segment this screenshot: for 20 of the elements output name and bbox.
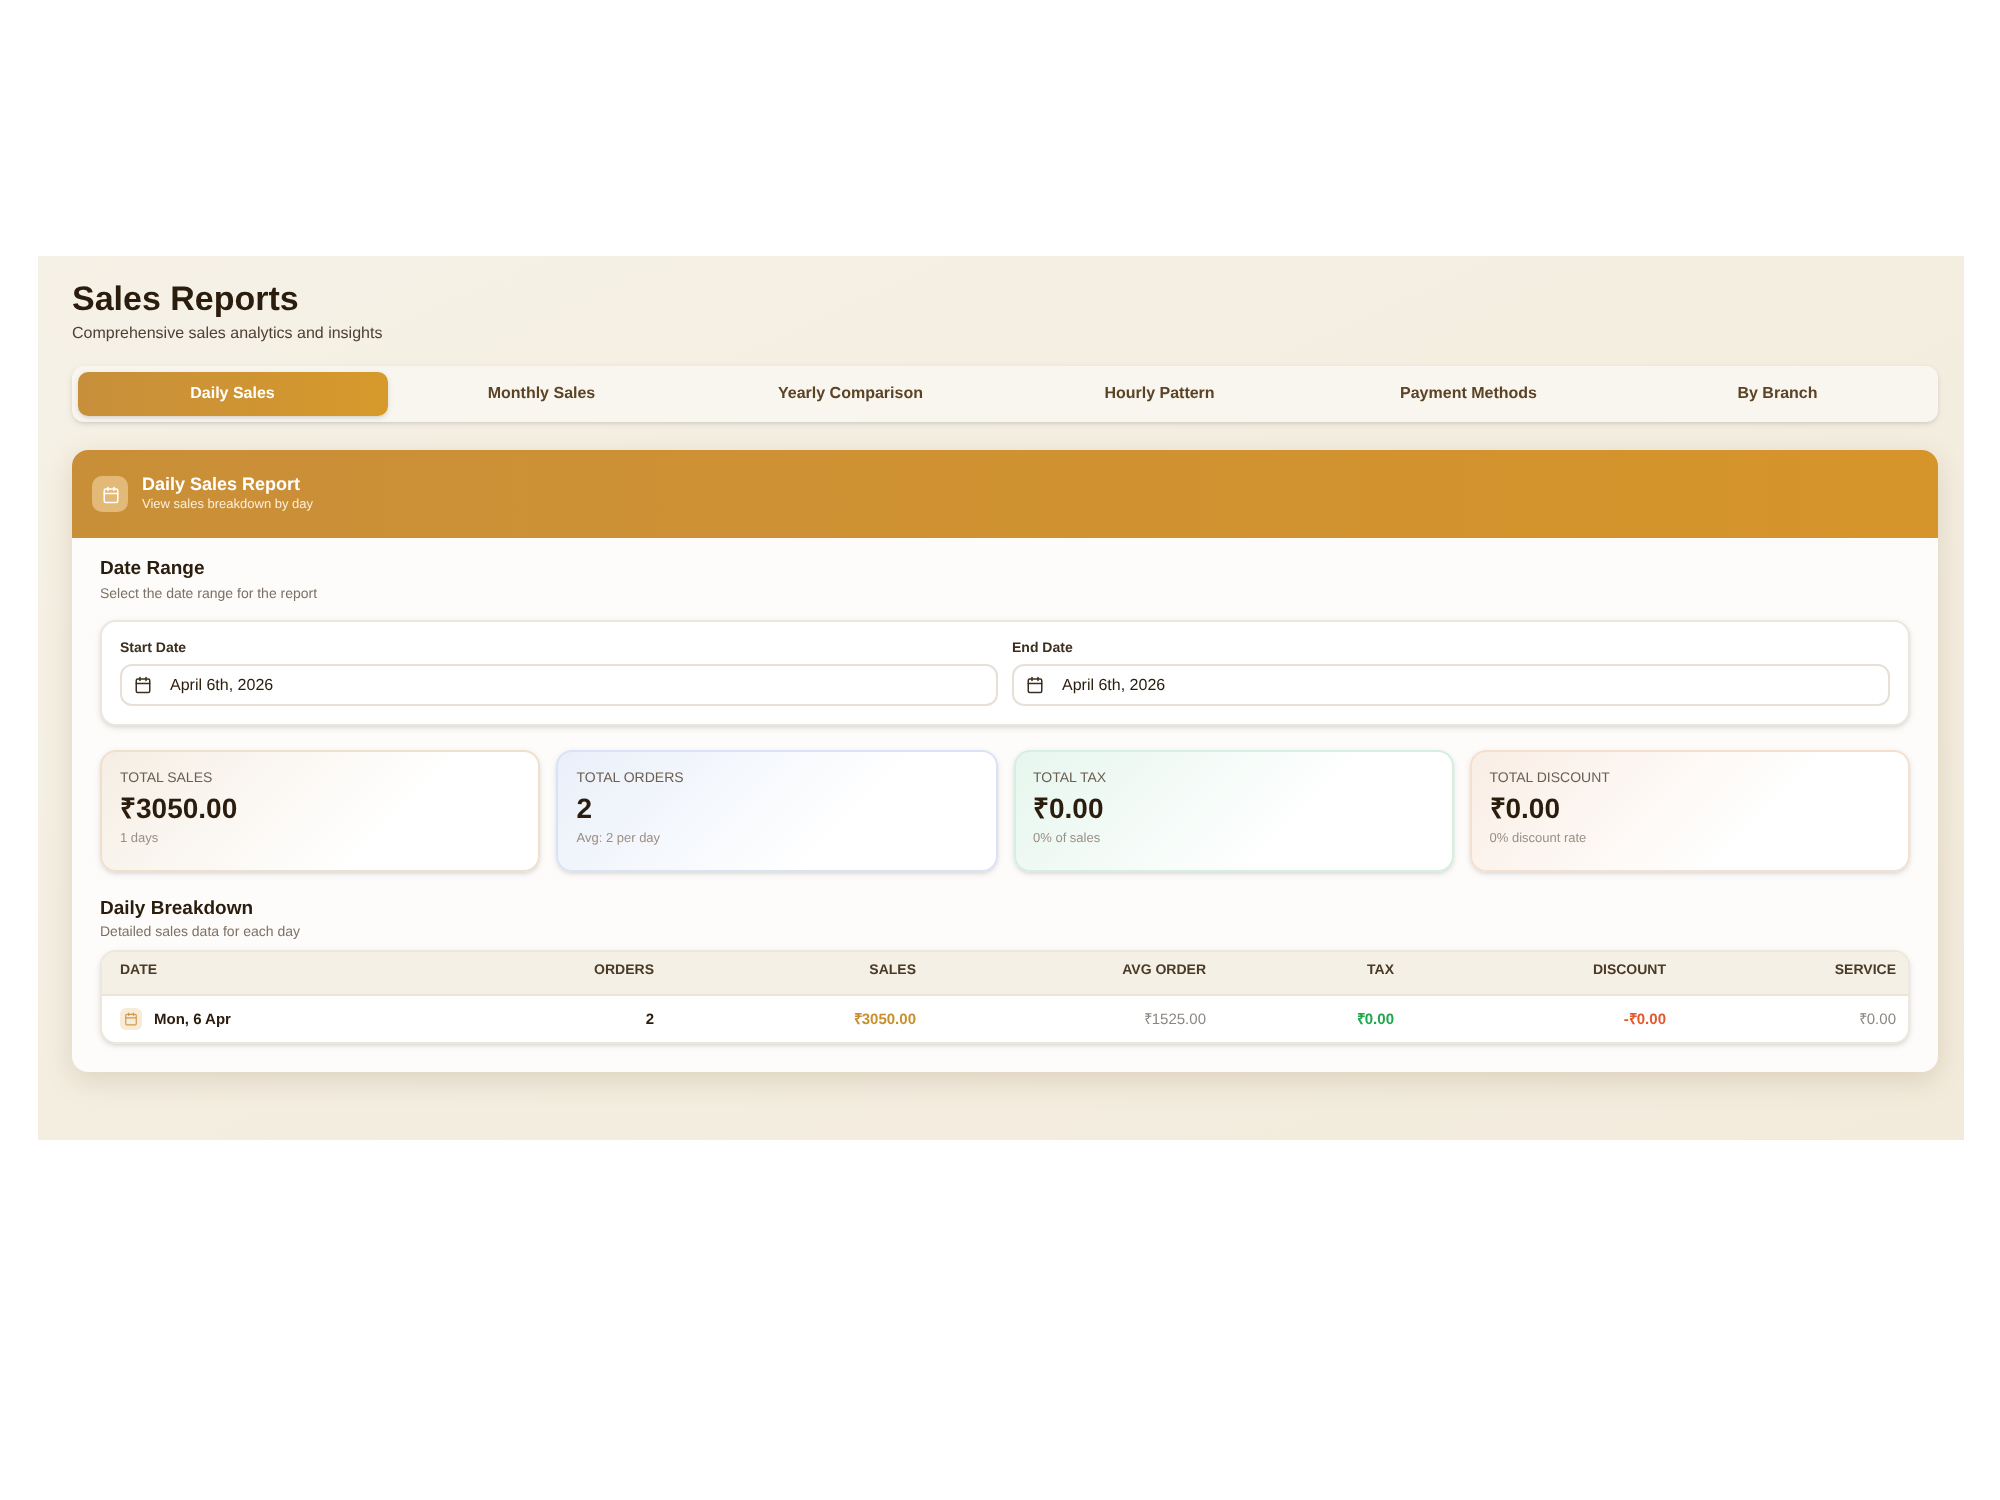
tab[interactable]: Yearly Comparison: [696, 372, 1005, 416]
report-title: Daily Sales Report: [142, 474, 303, 496]
date-picker[interactable]: April 6th, 2026: [1012, 664, 1890, 706]
tab[interactable]: Hourly Pattern: [1005, 372, 1314, 416]
tab[interactable]: Payment Methods: [1314, 372, 1623, 416]
section-title: Daily Breakdown: [100, 898, 254, 922]
stat-value: 2: [576, 792, 593, 826]
stat-value: ₹0.00: [1489, 792, 1560, 826]
page-subtitle: Comprehensive sales analytics and insights: [72, 324, 383, 344]
date-picker[interactable]: April 6th, 2026: [120, 664, 998, 706]
tab[interactable]: By Branch: [1623, 372, 1932, 416]
stat-value: ₹3050.00: [120, 792, 238, 826]
calendar-icon: [120, 1008, 142, 1030]
stat-value: ₹0.00: [1033, 792, 1104, 826]
tab[interactable]: Monthly Sales: [387, 372, 696, 416]
page-title: Sales Reports: [72, 278, 299, 322]
calendar-icon: [134, 676, 152, 694]
calendar-icon: [92, 476, 128, 512]
section-title: Date Range: [100, 558, 205, 582]
calendar-icon: [1026, 676, 1044, 694]
